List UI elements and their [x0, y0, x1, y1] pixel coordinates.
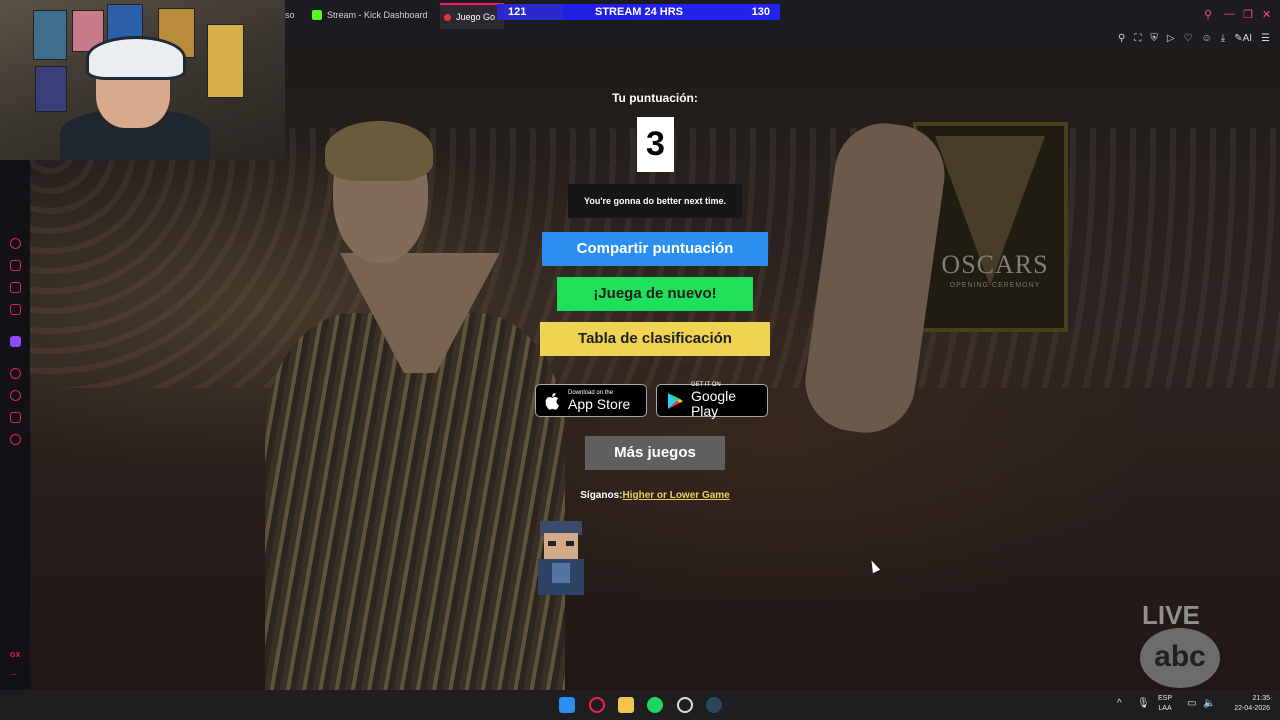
browser-sidebar: GX ···	[0, 160, 30, 690]
ai-button[interactable]: ✎AI	[1234, 33, 1252, 44]
messenger-icon[interactable]	[10, 304, 21, 315]
webcam-feed	[0, 0, 285, 160]
chat-icon[interactable]	[10, 282, 21, 293]
spotify-icon[interactable]	[647, 697, 663, 713]
tab-partial-label: so	[285, 10, 295, 20]
streamer-cap	[86, 36, 186, 80]
twitch-icon[interactable]	[10, 336, 21, 347]
screen: OSCARS OPENING CEREMONY LIVE abc Tu punt…	[0, 0, 1280, 720]
google-play-big: Google Play	[690, 388, 737, 419]
menu-icon[interactable]: ☰	[1261, 33, 1270, 44]
profile-icon[interactable]: ☺	[1202, 33, 1212, 44]
score-value: 3	[637, 117, 674, 172]
player-icon[interactable]	[10, 368, 21, 379]
clock-date: 22-04-2026	[1234, 705, 1270, 712]
download-icon[interactable]: ⤓	[1221, 33, 1225, 44]
system-clock[interactable]: 21:35 22-04-2026	[1234, 694, 1270, 714]
play-icon[interactable]: ▷	[1167, 33, 1175, 44]
pixel-character-sticker	[538, 521, 584, 595]
windows-start-icon[interactable]	[559, 697, 575, 713]
ai-label: AI	[1242, 33, 1253, 44]
game-icon	[444, 13, 451, 21]
overlay-left-score: 121	[508, 6, 527, 18]
google-play-icon	[667, 392, 683, 409]
extensions-icon[interactable]	[10, 412, 21, 423]
obs-icon[interactable]	[677, 697, 693, 713]
share-score-button[interactable]: Compartir puntuación	[542, 232, 768, 266]
more-games-button[interactable]: Más juegos	[585, 436, 725, 470]
follow-label: Síganos:	[580, 490, 623, 501]
browser-toolbar: ⚲ ⛶ ⛨ ▷ ♡ ☺ ⤓ ✎AI ☰	[285, 30, 1280, 48]
close-icon[interactable]: ✕	[1262, 8, 1271, 21]
clock-time: 21:35	[1252, 695, 1270, 702]
follow-us: Síganos:Higher or Lower Game	[560, 490, 750, 501]
gx-label: GX	[10, 652, 21, 659]
windows-taskbar: ^ 🎙 ESP LAA ▭ 🔈 21:35 22-04-2026	[0, 690, 1280, 720]
heart-icon[interactable]: ♡	[1184, 33, 1193, 44]
shield-icon[interactable]: ⛨	[1150, 33, 1158, 44]
steam-icon[interactable]	[706, 697, 722, 713]
result-message: You're gonna do better next time.	[568, 184, 742, 218]
pokemon-poster	[33, 10, 67, 60]
pin-icon[interactable]: ⚲	[1118, 33, 1125, 44]
layout-code: LAA	[1158, 705, 1172, 712]
overlay-title: STREAM 24 HRS	[594, 6, 684, 18]
history-icon[interactable]	[10, 390, 21, 401]
search-icon[interactable]: ⚲	[1204, 8, 1212, 21]
score-label: Tu puntuación:	[612, 91, 698, 105]
language-code: ESP	[1158, 695, 1173, 702]
more-icon[interactable]: ···	[10, 672, 17, 679]
restore-icon[interactable]: ❐	[1243, 8, 1253, 21]
leaderboard-button[interactable]: Tabla de clasificación	[540, 322, 770, 356]
tab-kick-dashboard[interactable]: Stream - Kick Dashboard	[312, 3, 432, 27]
bag-icon[interactable]	[10, 260, 21, 271]
follow-link[interactable]: Higher or Lower Game	[622, 490, 729, 501]
overlay-left-segment	[497, 4, 563, 20]
speed-dial-icon[interactable]	[10, 238, 21, 249]
app-store-badge[interactable]: Download on the App Store	[535, 384, 647, 417]
tab-game[interactable]: Juego Go	[440, 3, 504, 29]
apple-icon	[545, 392, 559, 410]
kick-icon	[312, 10, 322, 20]
file-explorer-icon[interactable]	[618, 697, 634, 713]
minimize-icon[interactable]: —	[1224, 8, 1235, 20]
play-again-button[interactable]: ¡Juega de nuevo!	[557, 277, 753, 311]
stream-score-overlay: 121 STREAM 24 HRS 130	[497, 4, 780, 20]
poster-blue	[35, 66, 67, 112]
tab-partial[interactable]: so	[285, 3, 305, 27]
settings-icon[interactable]	[10, 434, 21, 445]
tab-game-label: Juego Go	[456, 12, 496, 22]
opera-gx-icon[interactable]	[589, 697, 605, 713]
network-icon[interactable]: ▭	[1187, 699, 1196, 709]
tray-chevron-icon[interactable]: ^	[1117, 699, 1122, 709]
tab-kick-label: Stream - Kick Dashboard	[327, 10, 428, 20]
google-play-text: GET IT ON Google Play	[691, 382, 767, 419]
app-store-big: App Store	[568, 395, 631, 412]
google-play-badge[interactable]: GET IT ON Google Play	[656, 382, 768, 419]
microphone-icon[interactable]: 🎙	[1137, 699, 1150, 709]
screenshot-icon[interactable]: ⛶	[1134, 33, 1141, 44]
toolbar-icons: ⚲ ⛶ ⛨ ▷ ♡ ☺ ⤓ ✎AI ☰	[1118, 33, 1270, 44]
app-store-text: Download on the App Store	[568, 390, 630, 412]
poster-tall	[207, 24, 244, 98]
overlay-right-score: 130	[751, 6, 770, 18]
volume-icon[interactable]: 🔈	[1203, 699, 1215, 709]
keyboard-language[interactable]: ESP LAA	[1158, 694, 1172, 714]
